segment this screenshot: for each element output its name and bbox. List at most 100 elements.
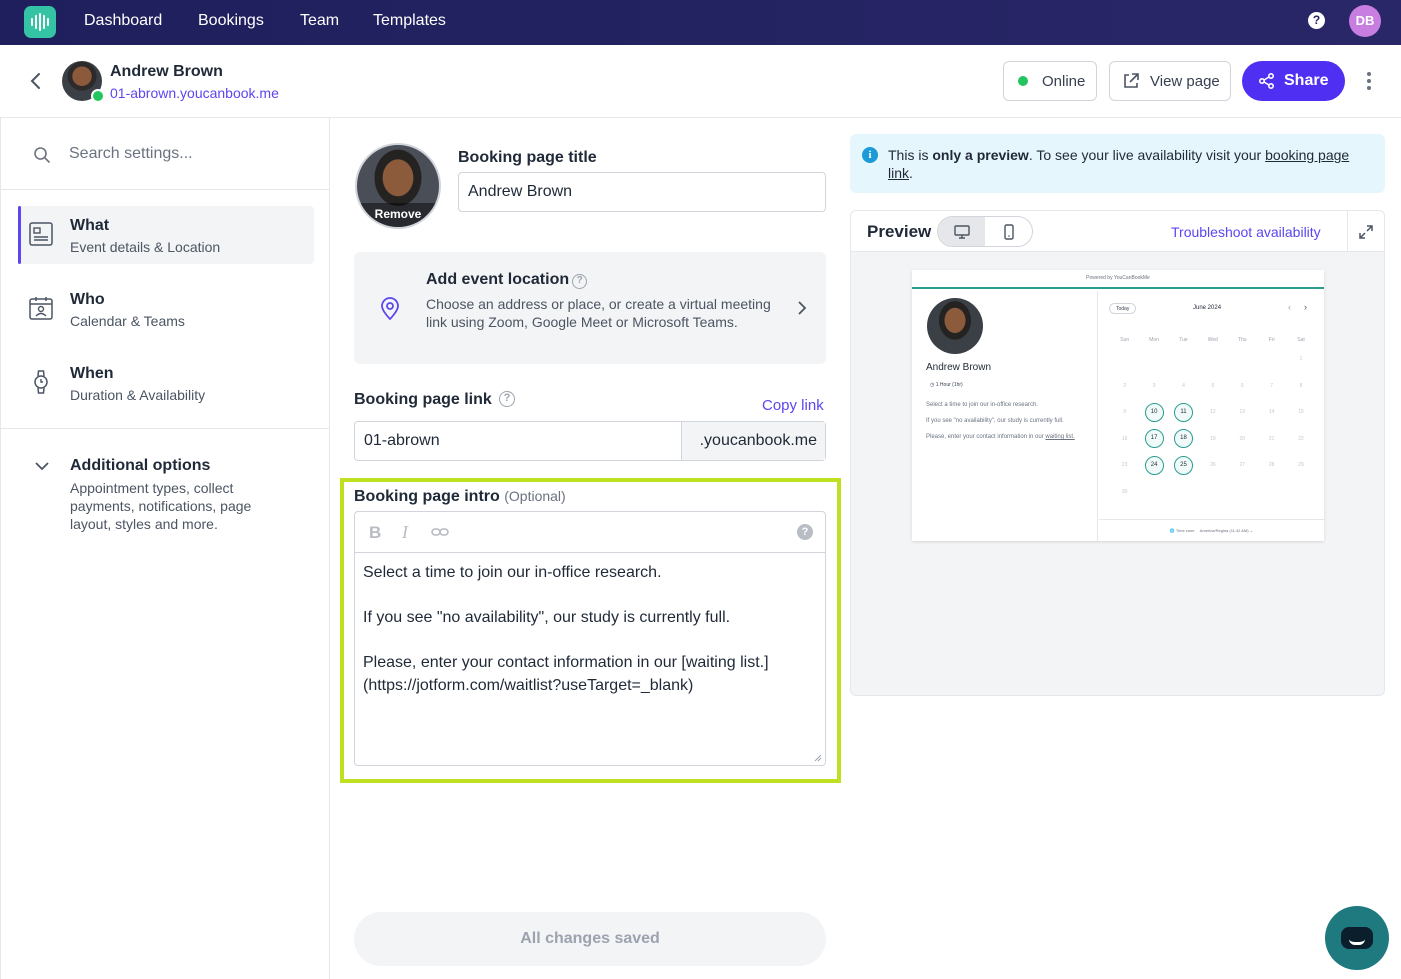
calendar-weekday: Sat <box>1297 337 1305 343</box>
calendar-day: 26 <box>1210 462 1216 469</box>
chat-support-button[interactable] <box>1325 906 1389 970</box>
expand-icon <box>1359 224 1373 239</box>
calendar-day: 23 <box>1121 462 1128 469</box>
calendar-day: 20 <box>1239 435 1246 442</box>
copy-link-button[interactable]: Copy link <box>762 397 824 414</box>
user-avatar[interactable]: DB <box>1349 5 1381 37</box>
intro-line: Select a time to join our in-office rese… <box>363 564 662 581</box>
resize-handle-icon[interactable] <box>814 754 822 762</box>
back-arrow-icon[interactable] <box>26 71 46 91</box>
settings-search <box>1 118 330 190</box>
online-status-dot <box>91 89 105 103</box>
calendar-weekday: Fri <box>1268 337 1275 343</box>
add-event-location-card[interactable]: Add event location? Choose an address or… <box>354 252 826 364</box>
calendar-day: 2 <box>1123 382 1127 389</box>
view-page-button[interactable]: View page <box>1109 61 1231 101</box>
location-pin-icon <box>381 297 399 321</box>
calendar-day: 1 <box>1299 356 1303 363</box>
search-settings-input[interactable] <box>69 142 309 166</box>
share-button[interactable]: Share <box>1242 61 1345 101</box>
nav-bookings[interactable]: Bookings <box>198 12 264 30</box>
sidebar-item-when[interactable]: When Duration & Availability <box>18 354 314 412</box>
italic-icon[interactable]: I <box>402 522 408 543</box>
calendar-day: 7 <box>1270 382 1274 389</box>
help-icon[interactable]: ? <box>499 391 515 407</box>
booking-intro-label: Booking page intro (Optional) <box>354 488 566 505</box>
calendar-day: 11 <box>1169 402 1198 422</box>
share-icon <box>1258 72 1275 90</box>
top-navigation: Dashboard Bookings Team Templates ? DB <box>0 0 1401 45</box>
mobile-view-button[interactable] <box>985 217 1032 246</box>
preview-name: Andrew Brown <box>926 362 992 373</box>
nav-team[interactable]: Team <box>300 12 339 30</box>
online-label: Online <box>1042 72 1086 90</box>
calendar-week-row: 9 10 11 12 13 14 15 <box>1110 399 1316 426</box>
remove-photo-button[interactable]: Remove <box>357 203 439 227</box>
all-changes-saved-button: All changes saved <box>354 912 826 966</box>
profile-avatar <box>62 61 105 103</box>
info-icon: i <box>862 147 878 163</box>
help-icon[interactable]: ? <box>1308 12 1325 29</box>
calendar-day: 30 <box>1121 488 1128 495</box>
sidebar-item-who[interactable]: Who Calendar & Teams <box>18 280 314 338</box>
booking-link-label: Booking page link <box>354 391 492 408</box>
device-toggle <box>937 216 1033 247</box>
calendar-day: 14 <box>1268 409 1275 416</box>
sidebar-item-subtitle: Duration & Availability <box>70 387 206 403</box>
help-icon[interactable]: ? <box>572 274 588 289</box>
calendar-weekday-row: Sun Mon Tue Wed Thu Fri Sat <box>1110 334 1316 346</box>
share-label: Share <box>1284 72 1329 89</box>
search-icon <box>34 147 50 163</box>
intro-textarea[interactable]: Select a time to join our in-office rese… <box>363 562 803 720</box>
chevron-down-icon <box>35 462 49 471</box>
booking-link-field: 01-abrown .youcanbook.me <box>354 421 826 461</box>
more-options-icon[interactable] <box>1362 72 1376 92</box>
booking-title-input[interactable]: Andrew Brown <box>458 172 826 212</box>
calendar-day: 19 <box>1210 435 1216 442</box>
calendar-day: 24 <box>1139 455 1168 475</box>
calendar-day: 8 <box>1299 382 1303 389</box>
calendar-day: 21 <box>1268 435 1275 442</box>
calendar-week-row: 30 <box>1110 479 1316 506</box>
mobile-icon <box>1003 223 1014 240</box>
calendar-day: 18 <box>1169 429 1198 449</box>
calendar-day: 28 <box>1268 462 1275 469</box>
preview-header: Preview Troubleshoot availability <box>851 211 1384 252</box>
online-status-button[interactable]: Online <box>1003 61 1097 101</box>
sidebar-item-title: What <box>70 217 110 234</box>
watch-icon <box>34 370 48 394</box>
calendar-weekday: Thu <box>1237 337 1247 343</box>
intro-editor[interactable]: B I ? Select a time to join our in-offic… <box>354 511 826 766</box>
powered-by-banner: Powered by YouCanBookMe <box>912 270 1324 289</box>
optional-label: (Optional) <box>504 488 566 504</box>
calendar-weekday: Mon <box>1149 337 1159 343</box>
calendar-weekday: Tue <box>1179 337 1188 343</box>
profile-photo[interactable]: Remove <box>355 143 441 229</box>
calendar-day: 10 <box>1139 402 1168 422</box>
sidebar-item-what[interactable]: What Event details & Location <box>18 206 314 264</box>
bold-icon[interactable]: B <box>369 523 381 543</box>
booking-page-preview: Powered by YouCanBookMe Andrew Brown ◷ 1… <box>912 270 1324 541</box>
nav-templates[interactable]: Templates <box>373 12 446 30</box>
booking-link-input[interactable]: 01-abrown <box>355 422 682 460</box>
preview-info-banner: i This is only a preview. To see your li… <box>850 134 1385 193</box>
preview-prev-icon: ‹ <box>1288 302 1291 312</box>
booking-title-label: Booking page title <box>458 149 597 166</box>
calendar-day: 16 <box>1121 435 1128 442</box>
calendar-day: 9 <box>1123 409 1127 416</box>
troubleshoot-availability-link[interactable]: Troubleshoot availability <box>1171 224 1321 240</box>
calendar-day: 3 <box>1152 382 1156 389</box>
calendar-week-row: 1 <box>1110 346 1316 373</box>
calendar-week-row: 2 3 4 5 6 7 8 <box>1110 373 1316 400</box>
link-icon[interactable] <box>431 525 449 539</box>
desktop-view-button[interactable] <box>938 217 985 246</box>
additional-options-subtitle: Appointment types, collect payments, not… <box>70 480 252 532</box>
expand-preview-button[interactable] <box>1347 211 1384 252</box>
preview-next-icon: › <box>1304 302 1307 312</box>
sidebar-item-title: When <box>70 365 114 382</box>
preview-panel: Preview Troubleshoot availability Powere… <box>850 210 1385 696</box>
app-logo-icon[interactable] <box>24 6 56 38</box>
nav-dashboard[interactable]: Dashboard <box>84 12 162 30</box>
profile-url-link[interactable]: 01-abrown.youcanbook.me <box>110 85 279 101</box>
editor-help-icon[interactable]: ? <box>797 524 813 540</box>
